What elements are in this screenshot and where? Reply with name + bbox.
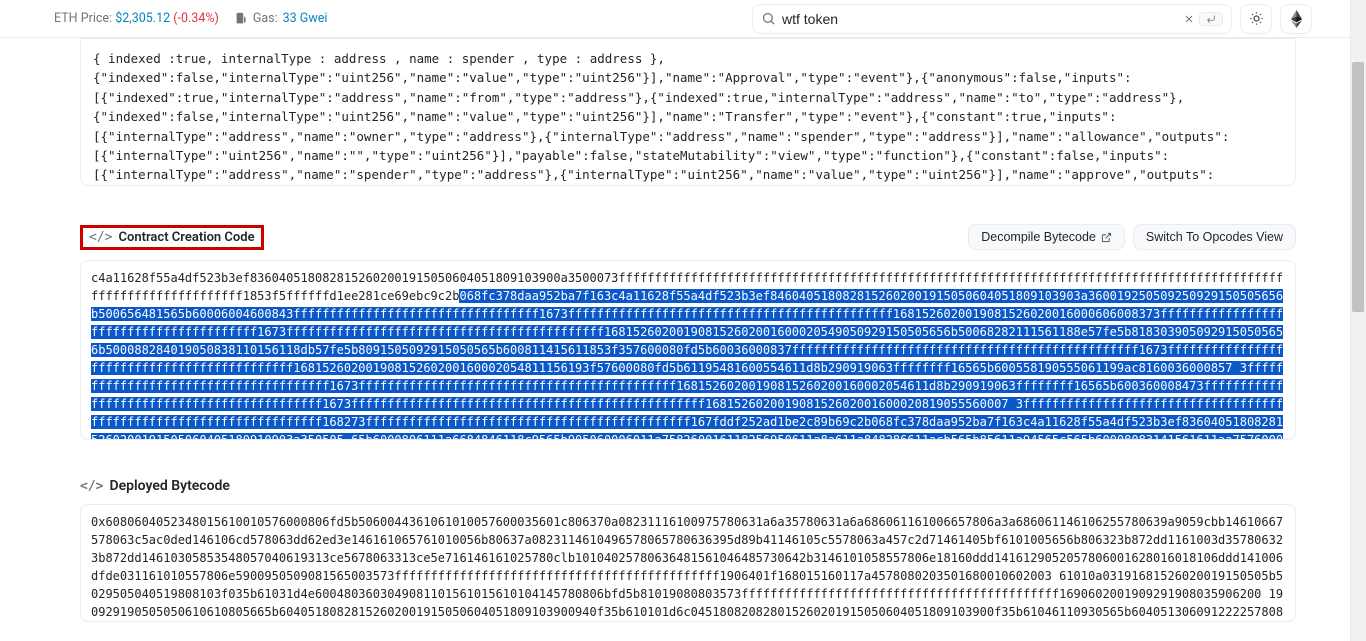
eth-price: ETH Price: $2,305.12 (-0.34%)	[54, 11, 219, 26]
clear-icon[interactable]	[1183, 13, 1195, 25]
page-scrollbar-track[interactable]	[1350, 0, 1366, 641]
gas-value-link[interactable]: 33 Gwei	[283, 11, 328, 26]
theme-toggle-button[interactable]	[1240, 4, 1272, 34]
deployed-bytecode-box[interactable]: 0x6080604052348015610010576000806fd5b506…	[80, 504, 1296, 622]
deployed-bytecode-title: Deployed Bytecode	[109, 478, 229, 494]
switch-opcodes-button[interactable]: Switch To Opcodes View	[1133, 224, 1296, 250]
eth-price-label: ETH Price:	[54, 11, 112, 26]
eth-price-value[interactable]: $2,305.12	[115, 11, 170, 26]
gas-pump-icon	[235, 12, 248, 25]
decompile-bytecode-button[interactable]: Decompile Bytecode	[968, 224, 1125, 250]
contract-abi-box[interactable]: { indexed :true, internalType : address …	[80, 38, 1296, 186]
contract-creation-section: </> Contract Creation Code Decompile Byt…	[80, 224, 1296, 440]
code-angle-icon: </>	[80, 479, 103, 494]
gas-info: Gas: 33 Gwei	[235, 11, 328, 26]
abi-text: { indexed :true, internalType : address …	[93, 51, 1229, 186]
creation-code-box[interactable]: c4a11628f55a4df523b3ef836040518082815260…	[80, 260, 1296, 440]
code-angle-icon: </>	[89, 230, 112, 245]
deployed-bytecode-text: 0x6080604052348015610010576000806fd5b506…	[91, 515, 1283, 622]
eth-price-change: (-0.34%)	[173, 11, 219, 26]
highlighted-section-title: </> Contract Creation Code	[80, 225, 264, 250]
top-bar: ETH Price: $2,305.12 (-0.34%) Gas: 33 Gw…	[0, 0, 1366, 38]
ethereum-logo-button[interactable]	[1280, 4, 1312, 34]
creation-code-selected: 068fc378daa952ba7f163c4a11628f55a4df523b…	[91, 289, 1283, 440]
external-link-icon	[1101, 232, 1112, 243]
opcodes-label: Switch To Opcodes View	[1146, 230, 1283, 244]
search-input[interactable]	[782, 11, 1179, 27]
gas-label: Gas:	[253, 11, 278, 26]
creation-code-title: Contract Creation Code	[118, 230, 254, 245]
decompile-label: Decompile Bytecode	[981, 230, 1096, 244]
search-box[interactable]	[752, 4, 1232, 34]
slash-shortcut-icon	[1199, 12, 1223, 26]
search-icon	[761, 11, 776, 26]
page-scrollbar-thumb[interactable]	[1352, 62, 1364, 312]
deployed-bytecode-section: </> Deployed Bytecode 0x6080604052348015…	[80, 478, 1296, 622]
